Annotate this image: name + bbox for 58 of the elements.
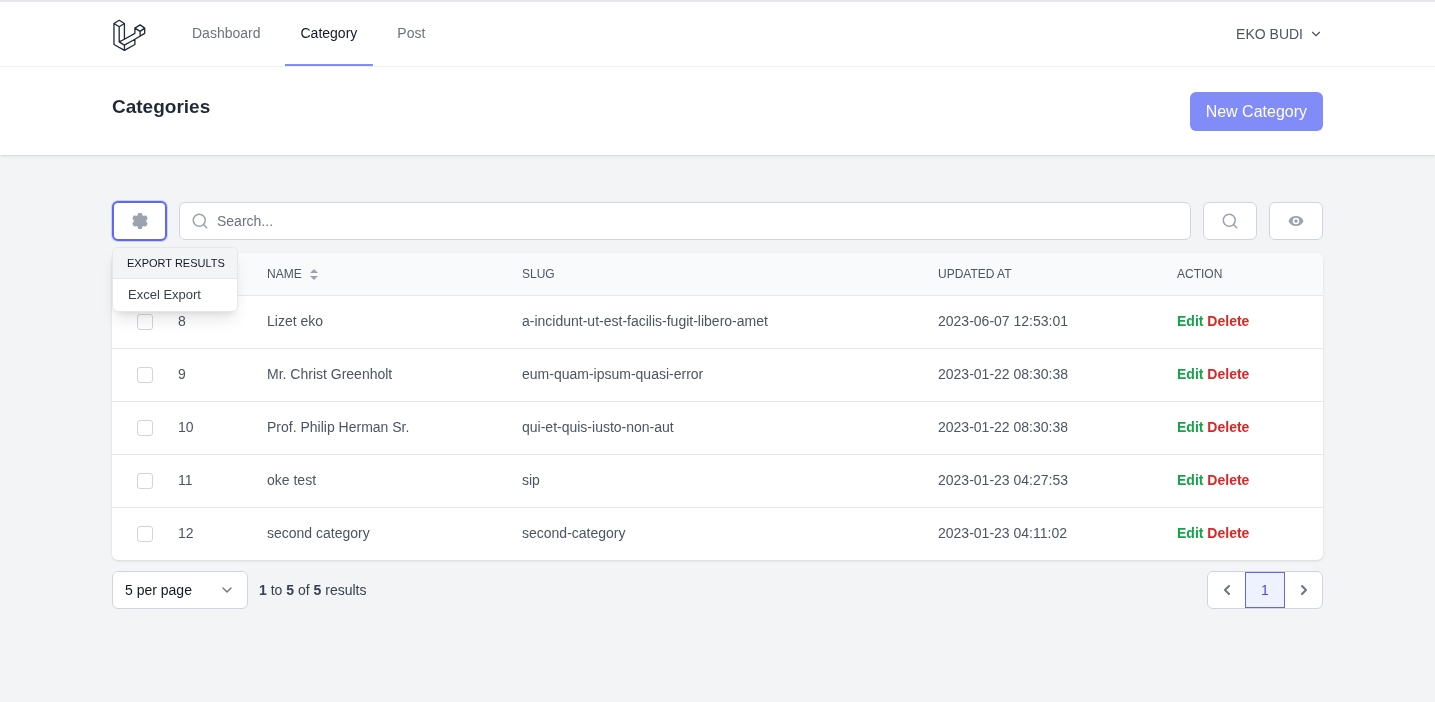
settings-button[interactable]: [112, 201, 167, 241]
table-cell: 2023-01-22 08:30:38: [938, 419, 1068, 435]
table-cell: 8: [178, 313, 186, 329]
column-header: ACTION: [1177, 266, 1223, 284]
row-checkbox[interactable]: [137, 419, 153, 436]
table-cell: Mr. Christ Greenholt: [267, 366, 393, 382]
user-menu-button[interactable]: EKO BUDI: [1236, 23, 1323, 45]
row-checkbox[interactable]: [137, 366, 153, 383]
per-page-select[interactable]: 5 per page: [112, 571, 248, 609]
row-checkbox[interactable]: [137, 472, 153, 489]
search-field[interactable]: Search...: [179, 202, 1191, 240]
table-cell: qui-et-quis-iusto-non-aut: [522, 419, 674, 435]
table-cell: Lizet eko: [267, 313, 324, 329]
edit-link[interactable]: Edit: [1177, 419, 1204, 435]
delete-link[interactable]: Delete: [1207, 366, 1250, 382]
new-category-button[interactable]: New Category: [1189, 92, 1323, 131]
delete-link[interactable]: Delete: [1207, 419, 1250, 435]
table-cell: 11: [178, 472, 193, 488]
nav-link[interactable]: Dashboard: [176, 2, 277, 66]
sort-icon[interactable]: [309, 268, 318, 280]
table-cell: 2023-01-23 04:27:53: [938, 472, 1068, 488]
table-cell: 9: [178, 366, 186, 382]
nav-link[interactable]: Post: [381, 2, 442, 66]
edit-link[interactable]: Edit: [1177, 366, 1204, 382]
edit-link[interactable]: Edit: [1177, 525, 1204, 542]
results-summary: 1 to 5 of 5 results: [259, 580, 367, 600]
table-cell: Prof. Philip Herman Sr.: [267, 419, 410, 435]
page-button[interactable]: 1: [1245, 572, 1285, 608]
table-cell: sip: [522, 472, 540, 488]
column-header: SLUG: [522, 266, 555, 284]
table-cell: oke test: [267, 472, 317, 488]
delete-link[interactable]: Delete: [1207, 472, 1250, 488]
column-header: UPDATED AT: [938, 266, 1012, 284]
menu-item[interactable]: Excel Export: [113, 279, 237, 311]
table-cell: 12: [178, 525, 194, 542]
page-title: Categories: [112, 95, 211, 119]
table-cell: 2023-06-07 12:53:01: [938, 313, 1068, 329]
row-checkbox[interactable]: [137, 525, 153, 542]
table-cell: second category: [267, 525, 370, 542]
column-header[interactable]: NAME: [267, 265, 302, 284]
search-icon: [1221, 212, 1239, 230]
table-cell: eum-quam-ipsum-quasi-error: [522, 366, 704, 382]
search-icon: [191, 212, 209, 230]
table-cell: second-category: [522, 525, 626, 542]
row-checkbox[interactable]: [137, 313, 153, 330]
table-cell: a-incidunt-ut-est-facilis-fugit-libero-amet: [522, 313, 768, 329]
table-cell: 10: [178, 419, 194, 435]
edit-link[interactable]: Edit: [1177, 472, 1204, 488]
logo-icon: [112, 17, 146, 51]
edit-link[interactable]: Edit: [1177, 313, 1204, 329]
column-visibility-button[interactable]: [1269, 202, 1323, 240]
menu-header: EXPORT RESULTS: [113, 248, 237, 279]
delete-link[interactable]: Delete: [1207, 313, 1250, 329]
search-button[interactable]: [1203, 202, 1257, 240]
table-cell: 2023-01-22 08:30:38: [938, 366, 1068, 382]
table-cell: 2023-01-23 04:11:02: [938, 525, 1067, 542]
delete-link[interactable]: Delete: [1207, 525, 1250, 542]
settings-icon: [130, 212, 149, 230]
